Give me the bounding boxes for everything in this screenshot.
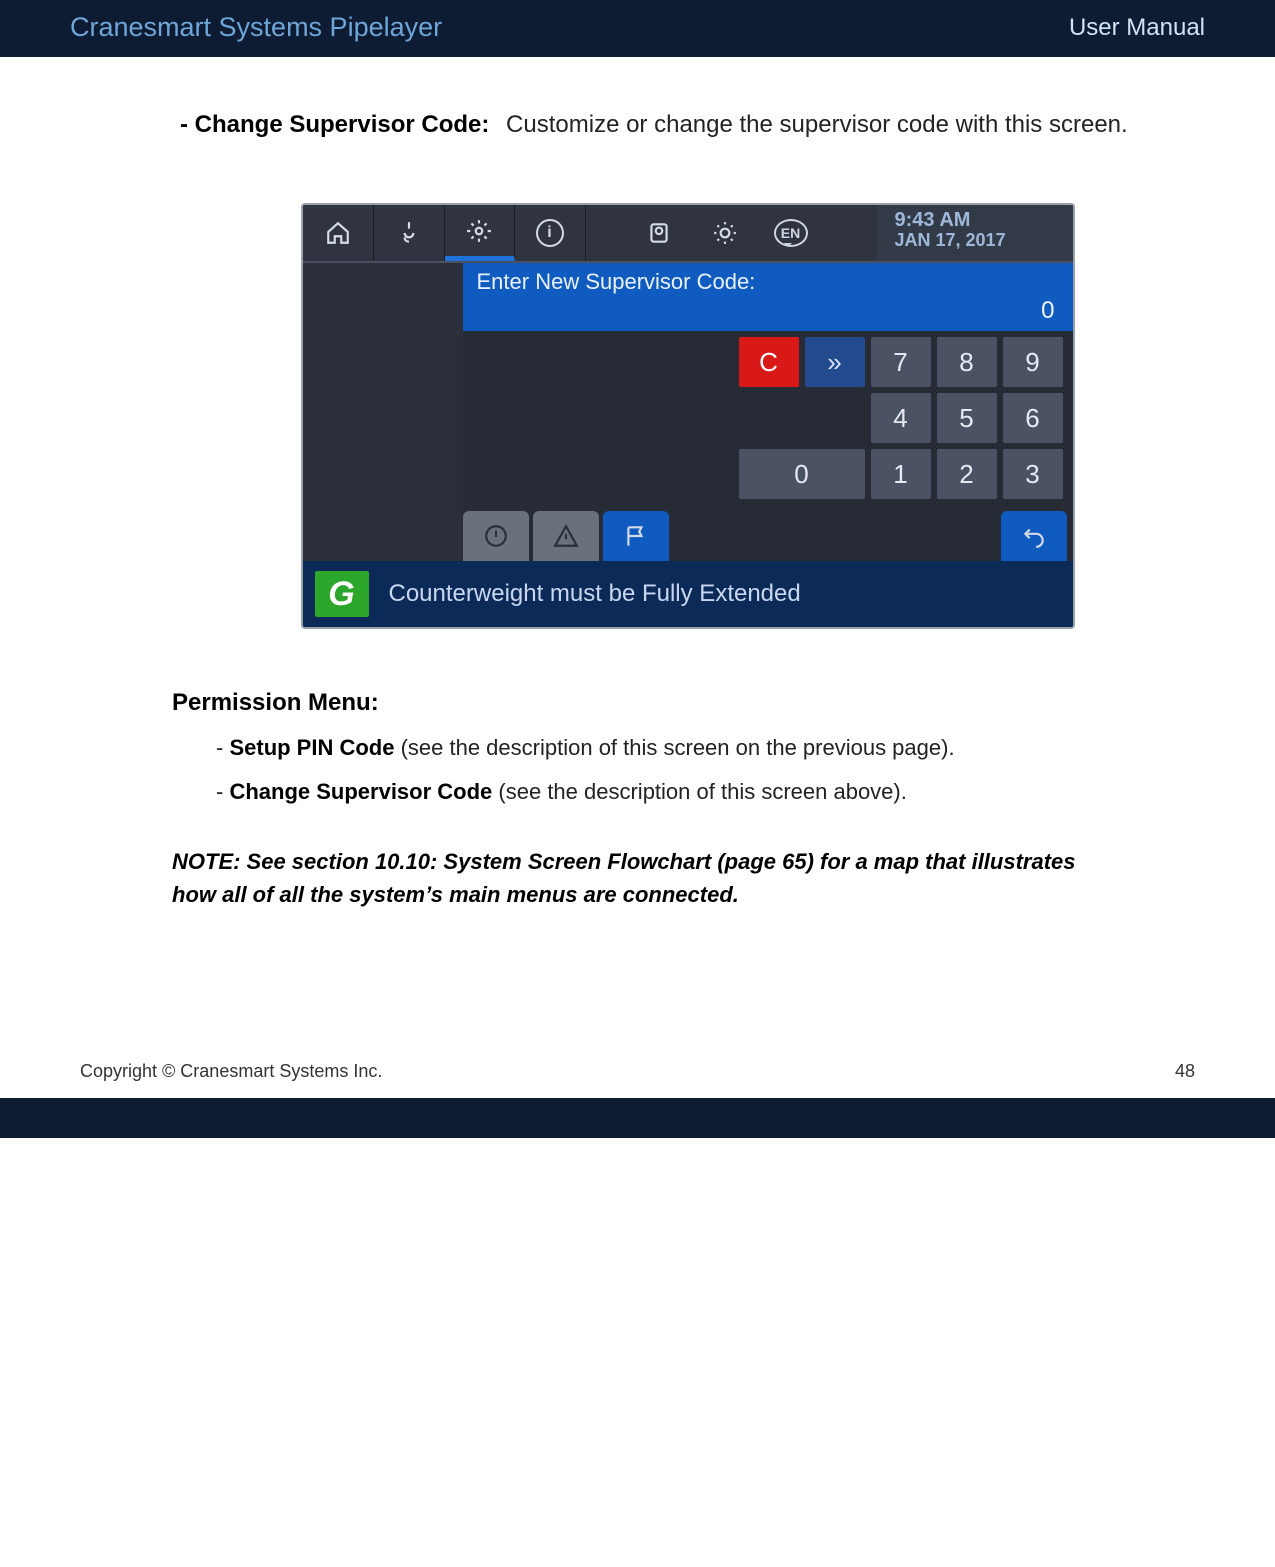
perm2-bold: Change Supervisor Code — [229, 779, 492, 804]
key-2[interactable]: 2 — [937, 449, 997, 499]
prompt-bar: Enter New Supervisor Code: 0 — [463, 263, 1073, 331]
note-text: NOTE: See section 10.10: System Screen F… — [172, 845, 1112, 911]
perm1-bold: Setup PIN Code — [229, 735, 394, 760]
clock: 9:43 AM JAN 17, 2017 — [877, 205, 1073, 261]
prompt-text: Enter New Supervisor Code: — [477, 269, 756, 294]
key-enter[interactable]: » — [805, 337, 865, 387]
page-number: 48 — [1175, 1061, 1195, 1082]
back-button[interactable] — [1001, 511, 1067, 561]
keypad: C » 7 8 9 4 5 6 0 1 — [463, 331, 1073, 505]
settings-icon[interactable] — [445, 205, 515, 261]
warning-tab[interactable] — [533, 511, 599, 561]
home-icon[interactable] — [303, 205, 374, 261]
key-clear[interactable]: C — [739, 337, 799, 387]
status-message: Counterweight must be Fully Extended — [389, 580, 801, 608]
permission-item-2: - Change Supervisor Code (see the descri… — [216, 779, 1195, 805]
permission-item-1: - Setup PIN Code (see the description of… — [216, 735, 1195, 761]
key-9[interactable]: 9 — [1003, 337, 1063, 387]
device-tabs — [463, 505, 1073, 561]
key-1[interactable]: 1 — [871, 449, 931, 499]
language-icon[interactable]: EN — [758, 205, 824, 261]
flag-tab[interactable] — [603, 511, 669, 561]
status-icon: G — [315, 571, 369, 617]
key-7[interactable]: 7 — [871, 337, 931, 387]
status-bar: G Counterweight must be Fully Extended — [303, 561, 1073, 627]
device-top-bar: i EN 9:43 AM JAN 17, 2017 — [303, 205, 1073, 263]
alert-tab[interactable] — [463, 511, 529, 561]
copyright: Copyright © Cranesmart Systems Inc. — [80, 1061, 382, 1082]
brightness-icon[interactable] — [692, 205, 758, 261]
bottom-bar — [0, 1098, 1275, 1138]
hook-icon[interactable] — [374, 205, 445, 261]
intro-line: - Change Supervisor Code: Customize or c… — [180, 107, 1195, 143]
key-5[interactable]: 5 — [937, 393, 997, 443]
user-icon[interactable] — [626, 205, 692, 261]
info-icon[interactable]: i — [515, 205, 586, 261]
intro-rest: Customize or change the supervisor code … — [506, 111, 1128, 138]
doc-header: Cranesmart Systems Pipelayer User Manual — [0, 0, 1275, 57]
perm2-rest: (see the description of this screen abov… — [492, 779, 907, 804]
key-6[interactable]: 6 — [1003, 393, 1063, 443]
device-screenshot: i EN 9:43 AM JAN 17, 2017 — [301, 203, 1075, 629]
page-footer: Copyright © Cranesmart Systems Inc. 48 — [0, 911, 1275, 1098]
key-3[interactable]: 3 — [1003, 449, 1063, 499]
key-8[interactable]: 8 — [937, 337, 997, 387]
intro-lead: - Change Supervisor Code: — [180, 111, 489, 138]
perm1-rest: (see the description of this screen on t… — [394, 735, 954, 760]
key-0[interactable]: 0 — [739, 449, 865, 499]
doc-title: Cranesmart Systems Pipelayer — [70, 12, 442, 43]
clock-date: JAN 17, 2017 — [895, 231, 1055, 251]
prompt-value: 0 — [1041, 297, 1054, 325]
doc-subtitle: User Manual — [1069, 14, 1205, 42]
key-4[interactable]: 4 — [871, 393, 931, 443]
clock-time: 9:43 AM — [895, 209, 1055, 231]
permission-heading: Permission Menu: — [172, 689, 1195, 717]
